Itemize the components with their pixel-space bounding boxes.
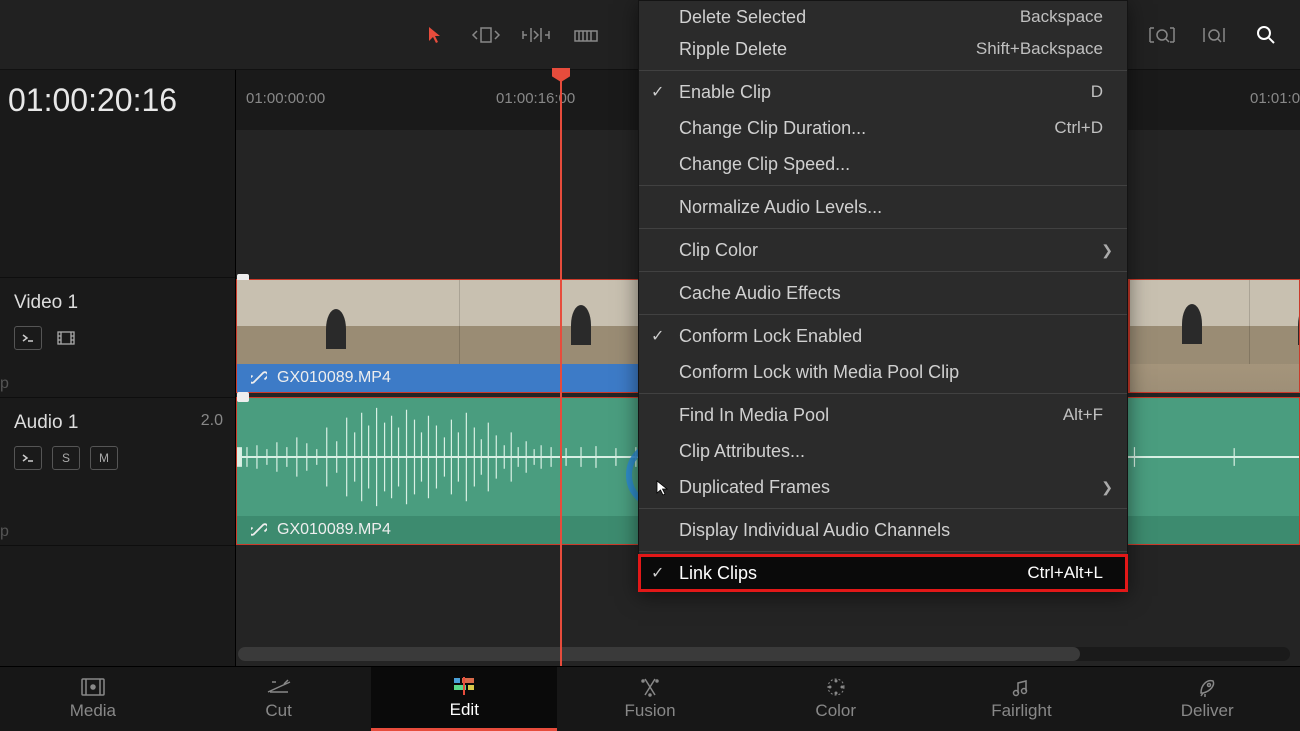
cut-icon bbox=[266, 677, 292, 697]
menu-find-media-pool[interactable]: Find In Media PoolAlt+F bbox=[639, 397, 1127, 433]
chevron-right-icon: ❯ bbox=[1101, 479, 1113, 496]
deliver-icon bbox=[1197, 677, 1217, 697]
menu-duplicated-frames[interactable]: Duplicated Frames❯ bbox=[639, 469, 1127, 505]
ruler-mark: 01:01:04 bbox=[1250, 90, 1300, 107]
chevron-right-icon: ❯ bbox=[1101, 242, 1113, 259]
menu-conform-mp[interactable]: Conform Lock with Media Pool Clip bbox=[639, 354, 1127, 390]
trim-in-tool-icon[interactable] bbox=[470, 19, 502, 51]
menu-change-speed[interactable]: Change Clip Speed... bbox=[639, 146, 1127, 182]
media-icon bbox=[81, 677, 105, 697]
audio-track-name: Audio 1 bbox=[14, 412, 221, 434]
nav-cut[interactable]: Cut bbox=[186, 667, 372, 731]
timecode-display: 01:00:20:16 bbox=[0, 70, 235, 130]
edit-icon bbox=[453, 676, 475, 696]
menu-separator bbox=[639, 508, 1127, 509]
checkmark-icon: ✓ bbox=[651, 82, 664, 102]
timecode-value: 01:00:20:16 bbox=[8, 82, 177, 119]
menu-separator bbox=[639, 271, 1127, 272]
track-headers: Video 1 p Audio 1 2.0 S M p bbox=[0, 130, 235, 666]
menu-separator bbox=[639, 393, 1127, 394]
color-icon bbox=[826, 677, 846, 697]
menu-separator bbox=[639, 70, 1127, 71]
trim-out-tool-icon[interactable] bbox=[520, 19, 552, 51]
nav-edit[interactable]: Edit bbox=[371, 667, 557, 731]
nav-deliver[interactable]: Deliver bbox=[1114, 667, 1300, 731]
nav-fairlight[interactable]: Fairlight bbox=[929, 667, 1115, 731]
auto-select-icon[interactable] bbox=[14, 326, 42, 350]
ruler-mark: 01:00:00:00 bbox=[246, 90, 325, 107]
menu-separator bbox=[639, 185, 1127, 186]
ruler-mark: 01:00:16:00 bbox=[496, 90, 575, 107]
selection-tool-icon[interactable] bbox=[420, 19, 452, 51]
workspace-nav: Media Cut Edit Fusion Color Fairlight De… bbox=[0, 666, 1300, 731]
zoom-controls bbox=[1146, 19, 1282, 51]
menu-clip-color[interactable]: Clip Color❯ bbox=[639, 232, 1127, 268]
checkmark-icon: ✓ bbox=[651, 326, 664, 346]
link-icon bbox=[251, 522, 267, 538]
scrollbar-thumb[interactable] bbox=[238, 647, 1080, 661]
menu-separator bbox=[639, 314, 1127, 315]
playhead[interactable] bbox=[560, 70, 562, 666]
menu-separator bbox=[639, 228, 1127, 229]
menu-change-duration[interactable]: Change Clip Duration...Ctrl+D bbox=[639, 110, 1127, 146]
nav-color[interactable]: Color bbox=[743, 667, 929, 731]
video-track-header[interactable]: Video 1 p bbox=[0, 278, 235, 398]
menu-cache-audio[interactable]: Cache Audio Effects bbox=[639, 275, 1127, 311]
checkmark-icon: ✓ bbox=[651, 563, 664, 583]
menu-delete-selected[interactable]: Delete SelectedBackspace bbox=[639, 1, 1127, 31]
menu-clip-attributes[interactable]: Clip Attributes... bbox=[639, 433, 1127, 469]
video-clip-2[interactable] bbox=[1129, 279, 1300, 393]
search-icon[interactable] bbox=[1250, 19, 1282, 51]
menu-link-clips[interactable]: ✓Link ClipsCtrl+Alt+L bbox=[639, 555, 1127, 591]
video-clip-filename: GX010089.MP4 bbox=[277, 369, 391, 387]
audio-clip-filename: GX010089.MP4 bbox=[277, 521, 391, 539]
fairlight-icon bbox=[1012, 677, 1030, 697]
track-header-spacer bbox=[0, 130, 235, 278]
track-p: p bbox=[0, 523, 9, 541]
zoom-fit-icon[interactable] bbox=[1198, 19, 1230, 51]
track-p: p bbox=[0, 375, 9, 393]
menu-conform-lock[interactable]: ✓Conform Lock Enabled bbox=[639, 318, 1127, 354]
nav-fusion[interactable]: Fusion bbox=[557, 667, 743, 731]
menu-normalize-audio[interactable]: Normalize Audio Levels... bbox=[639, 189, 1127, 225]
audio-channels: 2.0 bbox=[201, 412, 223, 430]
horizontal-scrollbar[interactable] bbox=[238, 647, 1290, 661]
nav-media[interactable]: Media bbox=[0, 667, 186, 731]
audio-track-header[interactable]: Audio 1 2.0 S M p bbox=[0, 398, 235, 546]
link-icon bbox=[251, 370, 267, 386]
auto-select-icon[interactable] bbox=[14, 446, 42, 470]
fusion-icon bbox=[639, 677, 661, 697]
solo-button[interactable]: S bbox=[52, 446, 80, 470]
menu-ripple-delete[interactable]: Ripple DeleteShift+Backspace bbox=[639, 31, 1127, 67]
menu-enable-clip[interactable]: ✓Enable ClipD bbox=[639, 74, 1127, 110]
blade-tool-icon[interactable] bbox=[570, 19, 602, 51]
video-track-name: Video 1 bbox=[14, 292, 221, 314]
thumbs bbox=[1130, 280, 1299, 364]
menu-separator bbox=[639, 551, 1127, 552]
tool-group bbox=[420, 19, 602, 51]
menu-display-channels[interactable]: Display Individual Audio Channels bbox=[639, 512, 1127, 548]
mute-button[interactable]: M bbox=[90, 446, 118, 470]
context-menu: Delete SelectedBackspace Ripple DeleteSh… bbox=[638, 0, 1128, 592]
zoom-out-icon[interactable] bbox=[1146, 19, 1178, 51]
video-track-icon[interactable] bbox=[52, 326, 80, 350]
